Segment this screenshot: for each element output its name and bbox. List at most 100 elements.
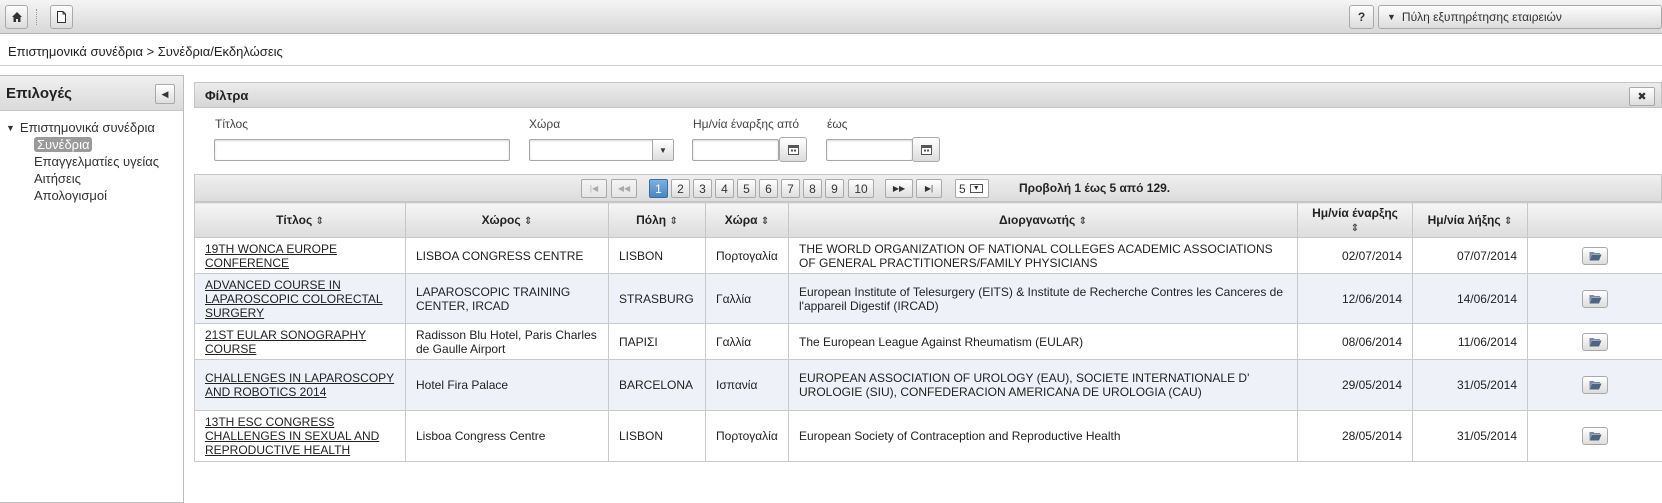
venue-cell: LAPAROSCOPIC TRAINING CENTER, IRCAD <box>405 273 609 324</box>
column-header-start-date[interactable]: Ημ/νία έναρξης ⇕ <box>1297 202 1413 238</box>
conferences-table: Τίτλος ⇕ Χώρος ⇕ Πόλη ⇕ Χώρα ⇕ Διοργανωτ… <box>194 202 1662 462</box>
sort-icon[interactable]: ⇕ <box>669 216 677 227</box>
start-date-cell: 08/06/2014 <box>1297 323 1413 360</box>
conference-title-link[interactable]: 19TH WONCA EUROPE CONFERENCE <box>205 242 337 270</box>
page-10-button[interactable]: 10 <box>848 179 874 198</box>
sidebar-item-applications[interactable]: Αιτήσεις <box>0 170 183 187</box>
country-cell: Πορτογαλία <box>705 410 789 462</box>
next-page-button[interactable]: ▶▶ <box>885 179 913 198</box>
sidebar-header: Επιλογές ◀ <box>0 76 183 111</box>
date-to-input[interactable] <box>826 139 913 161</box>
column-header-label: Διοργανωτής <box>999 213 1076 227</box>
actions-cell <box>1527 237 1662 274</box>
page-6-button[interactable]: 6 <box>759 179 778 198</box>
sort-icon[interactable]: ⇕ <box>761 216 769 227</box>
organizer-cell: The European League Against Rheumatism (… <box>788 323 1298 360</box>
title-cell[interactable]: 13TH ESC CONGRESS CHALLENGES IN SEXUAL A… <box>194 410 406 462</box>
venue-cell: Hotel Fira Palace <box>405 359 609 411</box>
portal-menu-label: Πύλη εξυπηρέτησης εταιρειών <box>1401 10 1562 24</box>
dropdown-arrow-icon[interactable]: ▼ <box>652 140 673 160</box>
page-1-button[interactable]: 1 <box>649 179 668 198</box>
folder-open-icon <box>1589 337 1601 346</box>
page-size-select[interactable]: 5 ▼ <box>955 179 989 198</box>
page-3-button[interactable]: 3 <box>693 179 712 198</box>
page-7-button[interactable]: 7 <box>781 179 800 198</box>
table-header-row: Τίτλος ⇕ Χώρος ⇕ Πόλη ⇕ Χώρα ⇕ Διοργανωτ… <box>194 202 1662 238</box>
column-header-city[interactable]: Πόλη ⇕ <box>608 202 706 238</box>
sort-icon[interactable]: ⇕ <box>524 216 532 227</box>
sort-icon[interactable]: ⇕ <box>1504 216 1512 227</box>
new-document-button[interactable] <box>50 5 73 29</box>
title-cell[interactable]: 21ST EULAR SONOGRAPHY COURSE <box>194 323 406 360</box>
conference-title-link[interactable]: 13TH ESC CONGRESS CHALLENGES IN SEXUAL A… <box>205 415 379 457</box>
dropdown-arrow-icon[interactable]: ▼ <box>969 184 983 193</box>
calendar-icon <box>787 145 799 155</box>
tree-root-conferences[interactable]: ▼ Επιστημονικά συνέδρια <box>0 119 183 136</box>
conference-title-link[interactable]: 21ST EULAR SONOGRAPHY COURSE <box>205 328 366 356</box>
home-button[interactable] <box>5 5 28 29</box>
column-header-end-date[interactable]: Ημ/νία λήξης ⇕ <box>1412 202 1528 238</box>
actions-cell <box>1527 359 1662 411</box>
sidebar-item-health-professionals[interactable]: Επαγγελματίες υγείας <box>0 153 183 170</box>
column-header-label: Τίτλος <box>276 213 313 227</box>
sidebar: Επιλογές ◀ ▼ Επιστημονικά συνέδρια Συνέδ… <box>0 75 184 503</box>
sidebar-item-conferences[interactable]: Συνέδρια <box>0 136 183 153</box>
open-folder-button[interactable] <box>1582 376 1608 394</box>
column-header-label: Χώρος <box>481 213 521 227</box>
sidebar-item-label: Επαγγελματίες υγείας <box>34 154 160 169</box>
country-filter-select[interactable]: ▼ <box>529 139 674 161</box>
portal-menu-button[interactable]: ▼ Πύλη εξυπηρέτησης εταιρειών <box>1378 5 1662 29</box>
expand-triangle-icon[interactable]: ▼ <box>6 123 15 133</box>
column-header-venue[interactable]: Χώρος ⇕ <box>405 202 609 238</box>
last-page-button[interactable]: ▶| <box>916 179 942 198</box>
title-cell[interactable]: ADVANCED COURSE IN LAPAROSCOPIC COLORECT… <box>194 273 406 324</box>
page-9-button[interactable]: 9 <box>825 179 844 198</box>
folder-open-icon <box>1589 294 1601 303</box>
organizer-cell: EUROPEAN ASSOCIATION OF UROLOGY (EAU), S… <box>788 359 1298 411</box>
title-cell[interactable]: CHALLENGES IN LAPAROSCOPY AND ROBOTICS 2… <box>194 359 406 411</box>
page-8-button[interactable]: 8 <box>803 179 822 198</box>
main-panel: Φίλτρα ✖ Τίτλος Χώρα ▼ Ημ/νία έναρξης απ… <box>194 82 1662 503</box>
prev-page-button[interactable]: ◀◀ <box>611 179 637 198</box>
actions-cell <box>1527 323 1662 360</box>
end-date-cell: 31/05/2014 <box>1412 359 1528 411</box>
help-button[interactable]: ? <box>1349 5 1374 29</box>
actions-cell <box>1527 273 1662 324</box>
column-header-organizer[interactable]: Διοργανωτής ⇕ <box>788 202 1298 238</box>
open-folder-button[interactable] <box>1582 246 1608 265</box>
sidebar-item-reports[interactable]: Απολογισμοί <box>0 187 183 204</box>
start-date-cell: 12/06/2014 <box>1297 273 1413 324</box>
column-header-title[interactable]: Τίτλος ⇕ <box>194 202 406 238</box>
venue-cell: LISBOA CONGRESS CENTRE <box>405 237 609 274</box>
collapse-sidebar-button[interactable]: ◀ <box>155 84 175 104</box>
sort-icon[interactable]: ⇕ <box>316 216 324 227</box>
page-2-button[interactable]: 2 <box>671 179 690 198</box>
date-to-calendar-button[interactable] <box>912 137 940 162</box>
open-folder-button[interactable] <box>1582 289 1608 308</box>
country-filter-label: Χώρα <box>529 117 561 131</box>
title-cell[interactable]: 19TH WONCA EUROPE CONFERENCE <box>194 237 406 274</box>
column-header-country[interactable]: Χώρα ⇕ <box>705 202 789 238</box>
date-to-label: έως <box>827 117 848 131</box>
table-row: CHALLENGES IN LAPAROSCOPY AND ROBOTICS 2… <box>194 359 1662 411</box>
first-page-button[interactable]: |◀ <box>581 179 607 198</box>
city-cell: ΠΑΡΙΣΙ <box>608 323 706 360</box>
column-header-actions <box>1527 202 1662 238</box>
open-folder-button[interactable] <box>1582 332 1608 351</box>
conference-title-link[interactable]: ADVANCED COURSE IN LAPAROSCOPIC COLORECT… <box>205 278 383 320</box>
date-from-calendar-button[interactable] <box>779 137 807 162</box>
sort-icon[interactable]: ⇕ <box>1079 216 1087 227</box>
open-folder-button[interactable] <box>1582 427 1608 445</box>
first-page-icon: |◀ <box>589 184 599 193</box>
title-filter-input[interactable] <box>214 139 510 161</box>
table-row: 21ST EULAR SONOGRAPHY COURSE Radisson Bl… <box>194 323 1662 360</box>
sort-icon[interactable]: ⇕ <box>1351 223 1359 234</box>
conference-title-link[interactable]: CHALLENGES IN LAPAROSCOPY AND ROBOTICS 2… <box>205 371 394 399</box>
pagination-bar: |◀ ◀◀ 1 2 3 4 5 6 7 8 9 10 ▶▶ ▶| 5 ▼ Προ… <box>194 174 1662 202</box>
page-4-button[interactable]: 4 <box>715 179 734 198</box>
page-5-button[interactable]: 5 <box>737 179 756 198</box>
close-filters-button[interactable]: ✖ <box>1629 87 1655 106</box>
column-header-label: Πόλη <box>636 213 667 227</box>
top-toolbar: ? ▼ Πύλη εξυπηρέτησης εταιρειών <box>0 0 1662 34</box>
date-from-input[interactable] <box>692 139 779 161</box>
